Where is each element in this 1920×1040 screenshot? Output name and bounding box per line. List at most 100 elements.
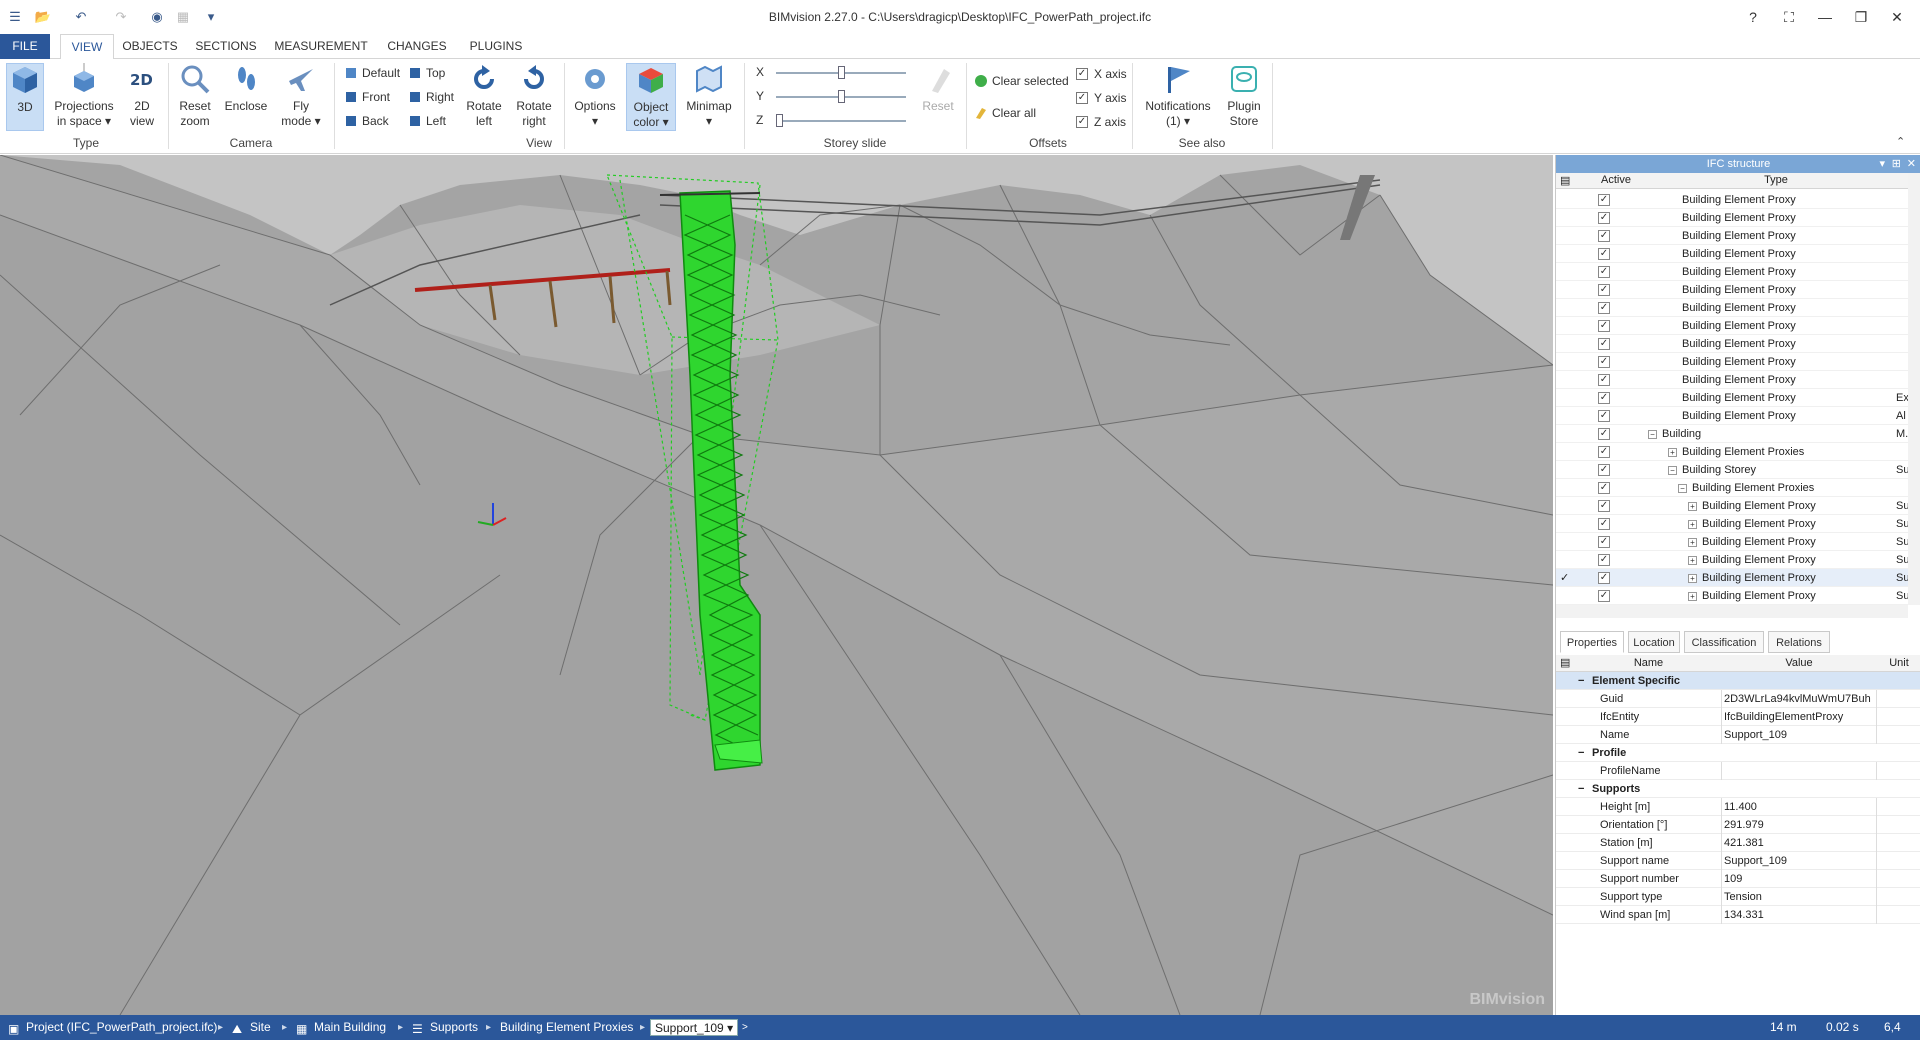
panel-pin-icon[interactable]: ⊞ xyxy=(1892,155,1901,173)
property-row-support-type[interactable]: Support type Tension xyxy=(1556,888,1920,906)
property-row-guid[interactable]: Guid 2D3WLrLa94kvlMuWmU7Buh xyxy=(1556,690,1920,708)
tab-view[interactable]: VIEW xyxy=(60,34,114,60)
tab-sections[interactable]: SECTIONS xyxy=(192,34,260,59)
expand-icon[interactable]: + xyxy=(1688,520,1697,529)
storey-reset-button[interactable]: Reset xyxy=(918,63,958,131)
property-row-wind-span[interactable]: Wind span [m] 134.331 xyxy=(1556,906,1920,924)
tree-row[interactable]: ✓ Building Element Proxy Al xyxy=(1556,407,1908,425)
active-checkbox[interactable]: ✓ xyxy=(1598,356,1610,368)
active-checkbox[interactable]: ✓ xyxy=(1598,446,1610,458)
active-checkbox[interactable]: ✓ xyxy=(1598,320,1610,332)
panel-close-icon[interactable]: ✕ xyxy=(1907,155,1916,173)
slider-thumb[interactable] xyxy=(837,66,845,79)
collapse-icon[interactable]: − xyxy=(1668,466,1677,475)
active-checkbox[interactable]: ✓ xyxy=(1598,338,1610,350)
properties-options-icon[interactable]: ▤ xyxy=(1560,655,1570,672)
view-top-button[interactable]: Top xyxy=(406,63,445,83)
active-checkbox[interactable]: ✓ xyxy=(1598,554,1610,566)
tree-row[interactable]: ✓ Building Element Proxy xyxy=(1556,353,1908,371)
property-row-profilename[interactable]: ProfileName xyxy=(1556,762,1920,780)
active-checkbox[interactable]: ✓ xyxy=(1598,482,1610,494)
breadcrumb-next-icon[interactable]: > xyxy=(742,1015,748,1040)
active-checkbox[interactable]: ✓ xyxy=(1598,410,1610,422)
breadcrumb-supports[interactable]: ☰ Supports xyxy=(412,1015,478,1040)
projections-button[interactable]: Projections in space ▾ xyxy=(50,63,118,131)
expand-icon[interactable]: + xyxy=(1688,502,1697,511)
expand-icon[interactable]: + xyxy=(1688,592,1697,601)
active-checkbox[interactable]: ✓ xyxy=(1598,194,1610,206)
tree-row[interactable]: ✓ Building Element Proxy xyxy=(1556,245,1908,263)
tree-row[interactable]: ✓ + Building Element Proxy Su xyxy=(1556,533,1909,551)
view-back-button[interactable]: Back xyxy=(342,111,389,131)
close-button[interactable]: ✕ xyxy=(1874,0,1920,34)
active-checkbox[interactable]: ✓ xyxy=(1598,248,1610,260)
3d-viewport[interactable]: BIMvision xyxy=(0,155,1553,1015)
tab-properties[interactable]: Properties xyxy=(1560,631,1624,653)
active-checkbox[interactable]: ✓ xyxy=(1598,392,1610,404)
tree-row[interactable]: ✓ + Building Element Proxies xyxy=(1556,443,1908,461)
reset-zoom-button[interactable]: Reset zoom xyxy=(174,63,216,131)
tab-location[interactable]: Location xyxy=(1628,631,1680,653)
tree-row[interactable]: ✓ + Building Element Proxy Su xyxy=(1556,515,1909,533)
expand-icon[interactable]: + xyxy=(1688,574,1697,583)
property-row-support-name[interactable]: Support name Support_109 xyxy=(1556,852,1920,870)
collapse-icon[interactable]: − xyxy=(1578,744,1584,762)
property-row-support-number[interactable]: Support number 109 xyxy=(1556,870,1920,888)
notifications-button[interactable]: Notifications (1) ▾ xyxy=(1138,63,1218,131)
slider-thumb[interactable] xyxy=(837,90,845,103)
expand-icon[interactable]: + xyxy=(1688,556,1697,565)
active-checkbox[interactable]: ✓ xyxy=(1598,212,1610,224)
tree-row[interactable]: ✓ Building Element Proxy xyxy=(1556,317,1908,335)
tree-row[interactable]: ✓ + Building Element Proxy Su xyxy=(1556,551,1909,569)
tab-file[interactable]: FILE xyxy=(0,34,50,59)
view-default-button[interactable]: Default xyxy=(342,63,400,83)
y-axis-checkbox[interactable]: ✓ Y axis xyxy=(1076,89,1126,107)
object-color-button[interactable]: Object color ▾ xyxy=(626,63,676,131)
property-row-height[interactable]: Height [m] 11.400 xyxy=(1556,798,1920,816)
tree-row[interactable]: ✓ Building Element Proxy xyxy=(1556,209,1908,227)
view-front-button[interactable]: Front xyxy=(342,87,390,107)
tree-options-icon[interactable]: ▤ xyxy=(1560,174,1570,187)
active-checkbox[interactable]: ✓ xyxy=(1598,572,1610,584)
collapse-icon[interactable]: − xyxy=(1578,780,1584,798)
panel-dropdown-icon[interactable]: ▾ xyxy=(1879,155,1885,173)
active-checkbox[interactable]: ✓ xyxy=(1598,500,1610,512)
breadcrumb-current[interactable]: Support_109 ▾ xyxy=(650,1019,739,1036)
tree-row[interactable]: ✓ − Building Element Proxies xyxy=(1556,479,1908,497)
expand-icon[interactable]: + xyxy=(1668,448,1677,457)
view-2d-button[interactable]: 2D 2D view xyxy=(122,63,162,131)
storey-slider-z[interactable]: Z xyxy=(756,113,906,129)
tree-row[interactable]: ✓ − Building M. xyxy=(1556,425,1908,443)
active-checkbox[interactable]: ✓ xyxy=(1598,230,1610,242)
view-left-button[interactable]: Left xyxy=(406,111,446,131)
tab-relations[interactable]: Relations xyxy=(1768,631,1830,653)
collapse-icon[interactable]: − xyxy=(1678,484,1687,493)
slider-thumb[interactable] xyxy=(776,114,783,127)
tab-classification[interactable]: Classification xyxy=(1684,631,1764,653)
tab-changes[interactable]: CHANGES xyxy=(382,34,452,59)
plugin-store-button[interactable]: Plugin Store xyxy=(1222,63,1266,131)
z-axis-checkbox[interactable]: ✓ Z axis xyxy=(1076,113,1126,131)
collapse-icon[interactable]: − xyxy=(1578,672,1584,690)
tree-row[interactable]: ✓ + Building Element Proxy Su xyxy=(1556,587,1909,605)
active-checkbox[interactable]: ✓ xyxy=(1598,428,1610,440)
category-supports[interactable]: − Supports xyxy=(1556,780,1920,798)
tab-plugins[interactable]: PLUGINS xyxy=(466,34,526,59)
tree-vertical-scrollbar[interactable] xyxy=(1908,173,1920,605)
active-checkbox[interactable]: ✓ xyxy=(1598,374,1610,386)
active-checkbox[interactable]: ✓ xyxy=(1598,284,1610,296)
tree-row[interactable]: ✓ Building Element Proxy Ex xyxy=(1556,389,1909,407)
tab-objects[interactable]: OBJECTS xyxy=(122,34,178,59)
breadcrumb-proxies[interactable]: Building Element Proxies xyxy=(500,1015,633,1040)
view-right-button[interactable]: Right xyxy=(406,87,454,107)
options-button[interactable]: Options ▾ xyxy=(570,63,620,131)
view-3d-button[interactable]: 3D xyxy=(6,63,44,131)
category-element-specific[interactable]: − Element Specific xyxy=(1556,672,1920,690)
tree-row[interactable]: ✓ ✓ + Building Element Proxy Su xyxy=(1556,569,1909,587)
active-checkbox[interactable]: ✓ xyxy=(1598,518,1610,530)
tree-row[interactable]: ✓ Building Element Proxy xyxy=(1556,281,1908,299)
tree-horizontal-scrollbar[interactable] xyxy=(1556,605,1908,618)
active-checkbox[interactable]: ✓ xyxy=(1598,536,1610,548)
property-row-name[interactable]: Name Support_109 xyxy=(1556,726,1920,744)
tree-row[interactable]: ✓ + Building Element Proxy Su xyxy=(1556,497,1909,515)
